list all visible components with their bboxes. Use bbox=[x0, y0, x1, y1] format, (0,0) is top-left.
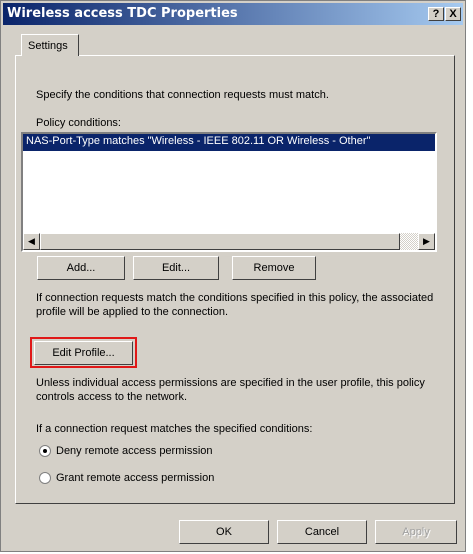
window-title: Wireless access TDC Properties bbox=[7, 6, 238, 21]
condition-text: NAS-Port-Type matches "Wireless - IEEE 8… bbox=[26, 135, 371, 147]
deny-radio[interactable] bbox=[39, 445, 51, 457]
ok-button[interactable]: OK bbox=[179, 520, 269, 544]
tab-settings[interactable]: Settings bbox=[21, 34, 79, 56]
close-button[interactable]: X bbox=[445, 7, 461, 21]
scroll-left-icon[interactable]: ◀ bbox=[23, 233, 40, 250]
highlight-box bbox=[30, 337, 137, 368]
help-button[interactable]: ? bbox=[428, 7, 444, 21]
properties-dialog: Wireless access TDC Properties ? X Setti… bbox=[0, 0, 466, 552]
grant-radio[interactable] bbox=[39, 472, 51, 484]
scroll-thumb[interactable] bbox=[40, 233, 400, 250]
profile-note: If connection requests match the conditi… bbox=[36, 292, 434, 318]
scroll-right-icon[interactable]: ▶ bbox=[418, 233, 435, 250]
list-item[interactable]: NAS-Port-Type matches "Wireless - IEEE 8… bbox=[23, 134, 435, 151]
radio-selected-icon bbox=[43, 449, 47, 453]
grant-radio-label[interactable]: Grant remote access permission bbox=[56, 471, 214, 485]
edit-button[interactable]: Edit... bbox=[133, 256, 219, 280]
add-button[interactable]: Add... bbox=[37, 256, 125, 280]
horizontal-scrollbar[interactable]: ◀ ▶ bbox=[23, 233, 435, 250]
policy-conditions-label: Policy conditions: bbox=[36, 117, 121, 129]
remove-button[interactable]: Remove bbox=[232, 256, 316, 280]
tab-settings-label: Settings bbox=[28, 40, 68, 52]
cancel-button[interactable]: Cancel bbox=[277, 520, 367, 544]
policy-conditions-list[interactable]: NAS-Port-Type matches "Wireless - IEEE 8… bbox=[21, 132, 437, 252]
match-label: If a connection request matches the spec… bbox=[36, 423, 313, 435]
permissions-note: Unless individual access permissions are… bbox=[36, 377, 425, 403]
apply-button[interactable]: Apply bbox=[375, 520, 457, 544]
title-bar[interactable]: Wireless access TDC Properties ? X bbox=[3, 3, 463, 25]
scroll-track[interactable] bbox=[400, 233, 418, 250]
intro-text: Specify the conditions that connection r… bbox=[36, 89, 329, 101]
deny-radio-label[interactable]: Deny remote access permission bbox=[56, 444, 213, 458]
